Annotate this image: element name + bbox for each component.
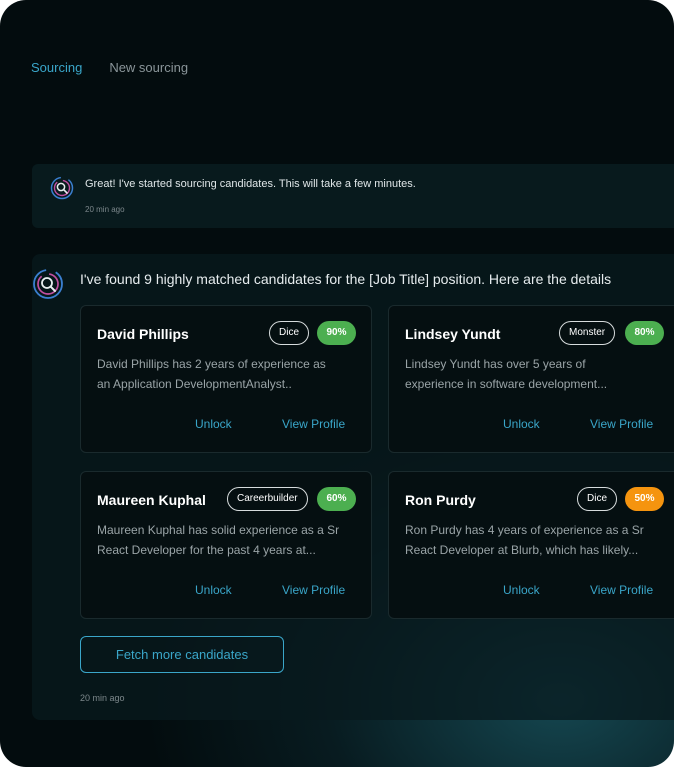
candidate-summary: Lindsey Yundt has over 5 years of experi… [405,357,608,391]
source-badge: Careerbuilder [227,487,308,511]
view-profile-link[interactable]: View Profile [590,583,653,597]
ai-assistant-icon [50,176,74,205]
source-badge: Dice [269,321,310,345]
unlock-button[interactable]: Unlock [503,583,540,597]
unlock-button[interactable]: Unlock [503,417,540,431]
tab-sourcing[interactable]: Sourcing [31,60,82,75]
message-time: 20 min ago [85,205,125,214]
message-text: Great! I've started sourcing candidates.… [85,178,416,190]
candidate-name: Ron Purdy [405,492,476,508]
match-score-badge: 90% [317,321,356,345]
results-headline: I've found 9 highly matched candidates f… [80,271,612,287]
candidate-name: David Phillips [97,326,189,342]
candidate-card: Ron Purdy Dice 50% Ron Purdy has 4 years… [388,471,674,619]
tab-new-sourcing[interactable]: New sourcing [109,60,188,75]
candidate-card: Maureen Kuphal Careerbuilder 60% Maureen… [80,471,372,619]
assistant-message-results: I've found 9 highly matched candidates f… [32,254,674,720]
unlock-button[interactable]: Unlock [195,583,232,597]
candidate-summary: Ron Purdy has 4 years of experience as a… [405,523,644,557]
candidate-name: Maureen Kuphal [97,492,206,508]
candidate-summary: Maureen Kuphal has solid experience as a… [97,523,340,557]
fetch-more-candidates-button[interactable]: Fetch more candidates [80,636,284,673]
candidate-card: David Phillips Dice 90% David Phillips h… [80,305,372,453]
match-score-badge: 50% [625,487,664,511]
source-badge: Monster [559,321,616,345]
view-profile-link[interactable]: View Profile [282,583,345,597]
ai-assistant-icon [32,268,64,305]
match-score-badge: 80% [625,321,664,345]
candidate-summary: David Phillips has 2 years of experience… [97,357,326,391]
view-profile-link[interactable]: View Profile [590,417,653,431]
app-window: Sourcing New sourcing Great! I've starte… [0,0,674,767]
view-profile-link[interactable]: View Profile [282,417,345,431]
tab-bar: Sourcing New sourcing [31,60,188,75]
source-badge: Dice [577,487,618,511]
candidate-card: Lindsey Yundt Monster 80% Lindsey Yundt … [388,305,674,453]
match-score-badge: 60% [317,487,356,511]
unlock-button[interactable]: Unlock [195,417,232,431]
assistant-message-started: Great! I've started sourcing candidates.… [32,164,674,228]
candidate-name: Lindsey Yundt [405,326,501,342]
message-time: 20 min ago [80,693,125,703]
